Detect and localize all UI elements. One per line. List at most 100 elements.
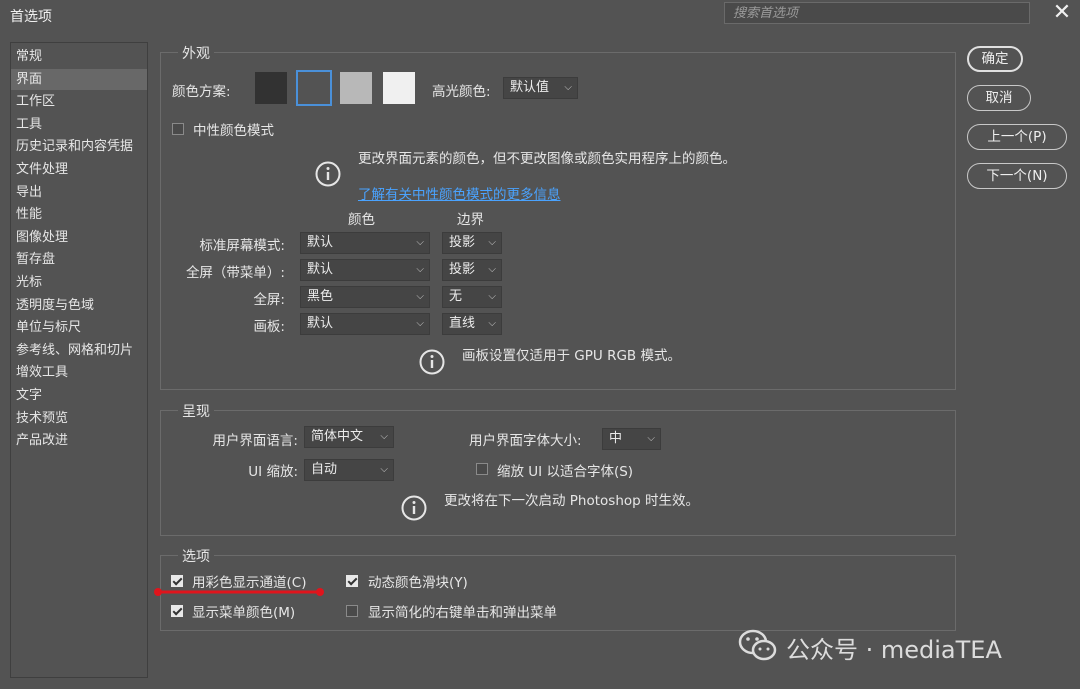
sidebar-item[interactable]: 单位与标尺 bbox=[11, 317, 147, 338]
info-icon bbox=[315, 161, 341, 187]
column-header-color: 颜色 bbox=[348, 212, 375, 228]
chevron-down-icon: ⌵ bbox=[647, 433, 655, 444]
neutral-mode-info-text: 更改界面元素的颜色，但不更改图像或颜色实用程序上的颜色。 bbox=[358, 151, 736, 167]
highlight-color-dropdown[interactable]: 默认值 ⌵ bbox=[503, 77, 578, 99]
neutral-mode-learn-more-link[interactable]: 了解有关中性颜色模式的更多信息 bbox=[358, 183, 561, 203]
sidebar-item[interactable]: 透明度与色域 bbox=[11, 295, 147, 316]
chevron-down-icon: ⌵ bbox=[416, 237, 424, 248]
sidebar-item[interactable]: 产品改进 bbox=[11, 430, 147, 451]
chevron-down-icon: ⌵ bbox=[380, 431, 388, 442]
previous-button[interactable]: 上一个(P) bbox=[967, 124, 1067, 150]
close-icon[interactable]: ✕ bbox=[1050, 2, 1074, 26]
color-scheme-label: 颜色方案: bbox=[172, 84, 231, 100]
show-menu-colors-checkbox[interactable] bbox=[171, 605, 183, 617]
screen-mode-border-dropdown[interactable]: 投影 ⌵ bbox=[442, 259, 502, 281]
screen-mode-color-value: 默认 bbox=[307, 316, 334, 331]
ui-scale-dropdown[interactable]: 自动 ⌵ bbox=[304, 459, 394, 481]
search-input[interactable]: 搜索首选项 bbox=[724, 2, 1030, 24]
highlight-color-label: 高光颜色: bbox=[432, 84, 491, 100]
column-header-border: 边界 bbox=[457, 212, 484, 228]
screen-mode-color-dropdown[interactable]: 默认 ⌵ bbox=[300, 232, 430, 254]
sidebar-item[interactable]: 暂存盘 bbox=[11, 249, 147, 270]
dialog-title: 首选项 bbox=[10, 9, 52, 25]
highlight-color-value: 默认值 bbox=[510, 80, 550, 95]
screen-mode-color-value: 默认 bbox=[307, 262, 334, 277]
neutral-color-mode-checkbox[interactable] bbox=[172, 123, 184, 135]
screen-mode-label: 全屏: bbox=[253, 292, 285, 308]
scale-ui-to-font-label: 缩放 UI 以适合字体(S) bbox=[497, 464, 634, 480]
color-scheme-swatch-darkest[interactable] bbox=[255, 72, 287, 104]
restart-note: 更改将在下一次启动 Photoshop 时生效。 bbox=[444, 493, 700, 509]
screen-mode-border-dropdown[interactable]: 无 ⌵ bbox=[442, 286, 502, 308]
sidebar-item[interactable]: 导出 bbox=[11, 182, 147, 203]
chevron-down-icon: ⌵ bbox=[488, 264, 496, 275]
ui-font-size-dropdown[interactable]: 中 ⌵ bbox=[602, 428, 661, 450]
screen-mode-border-value: 无 bbox=[449, 289, 463, 304]
sidebar-item[interactable]: 光标 bbox=[11, 272, 147, 293]
simplified-context-menus-label: 显示简化的右键单击和弹出菜单 bbox=[368, 605, 557, 621]
sidebar-item[interactable]: 界面 bbox=[11, 68, 147, 90]
dynamic-color-sliders-label: 动态颜色滑块(Y) bbox=[368, 575, 468, 591]
red-underline-annotation bbox=[154, 588, 324, 596]
wechat-icon bbox=[738, 629, 777, 661]
screen-mode-color-dropdown[interactable]: 默认 ⌵ bbox=[300, 313, 430, 335]
screen-mode-label: 画板: bbox=[253, 319, 285, 335]
chevron-down-icon: ⌵ bbox=[416, 318, 424, 329]
presentation-group-title: 呈现 bbox=[178, 401, 214, 421]
sidebar-item[interactable]: 工作区 bbox=[11, 91, 147, 112]
ui-language-dropdown[interactable]: 简体中文 ⌵ bbox=[304, 426, 394, 448]
sidebar-item[interactable]: 性能 bbox=[11, 204, 147, 225]
ui-scale-value: 自动 bbox=[311, 462, 338, 477]
screen-mode-color-value: 默认 bbox=[307, 235, 334, 250]
screen-mode-border-dropdown[interactable]: 直线 ⌵ bbox=[442, 313, 502, 335]
screen-mode-color-dropdown[interactable]: 黑色 ⌵ bbox=[300, 286, 430, 308]
screen-mode-border-value: 投影 bbox=[449, 262, 476, 277]
scale-ui-to-font-checkbox[interactable] bbox=[476, 463, 488, 475]
watermark-text: 公众号 · mediaTEA bbox=[786, 636, 1002, 664]
sidebar-item[interactable]: 文件处理 bbox=[11, 159, 147, 180]
color-scheme-swatch-lightest[interactable] bbox=[383, 72, 415, 104]
info-icon bbox=[401, 495, 427, 521]
sidebar-item[interactable]: 文字 bbox=[11, 385, 147, 406]
chevron-down-icon: ⌵ bbox=[416, 291, 424, 302]
dynamic-color-sliders-checkbox[interactable] bbox=[346, 575, 358, 587]
chevron-down-icon: ⌵ bbox=[416, 264, 424, 275]
screen-mode-label: 标准屏幕模式: bbox=[199, 238, 285, 254]
appearance-group-title: 外观 bbox=[178, 43, 214, 63]
sidebar: 常规 界面 工作区 工具 历史记录和内容凭据 文件处理 导出 性能 图像处理 暂存盘 光标 透明度与色… bbox=[10, 42, 148, 678]
info-icon bbox=[419, 349, 445, 375]
sidebar-item[interactable]: 技术预览 bbox=[11, 408, 147, 429]
chevron-down-icon: ⌵ bbox=[488, 237, 496, 248]
options-group-title: 选项 bbox=[178, 546, 214, 566]
sidebar-item[interactable]: 增效工具 bbox=[11, 362, 147, 383]
sidebar-item[interactable]: 图像处理 bbox=[11, 227, 147, 248]
chevron-down-icon: ⌵ bbox=[488, 318, 496, 329]
cancel-button[interactable]: 取消 bbox=[967, 85, 1031, 111]
simplified-context-menus-checkbox[interactable] bbox=[346, 605, 358, 617]
sidebar-item[interactable]: 常规 bbox=[11, 46, 147, 67]
ui-font-size-label: 用户界面字体大小: bbox=[469, 433, 582, 449]
artboard-note: 画板设置仅适用于 GPU RGB 模式。 bbox=[462, 348, 681, 364]
sidebar-item[interactable]: 历史记录和内容凭据 bbox=[11, 136, 147, 157]
ui-language-label: 用户界面语言: bbox=[212, 433, 298, 449]
screen-mode-color-value: 黑色 bbox=[307, 289, 334, 304]
screen-mode-label: 全屏（带菜单）: bbox=[185, 265, 285, 281]
ui-font-size-value: 中 bbox=[609, 431, 623, 446]
sidebar-item[interactable]: 工具 bbox=[11, 114, 147, 135]
color-scheme-swatch-dark[interactable] bbox=[296, 70, 332, 106]
next-button[interactable]: 下一个(N) bbox=[967, 163, 1067, 189]
neutral-color-mode-label: 中性颜色模式 bbox=[193, 123, 274, 139]
ui-scale-label: UI 缩放: bbox=[248, 464, 298, 480]
sidebar-item[interactable]: 参考线、网格和切片 bbox=[11, 340, 147, 361]
screen-mode-border-value: 投影 bbox=[449, 235, 476, 250]
ok-button[interactable]: 确定 bbox=[967, 46, 1023, 72]
screen-mode-border-dropdown[interactable]: 投影 ⌵ bbox=[442, 232, 502, 254]
show-menu-colors-label: 显示菜单颜色(M) bbox=[192, 605, 296, 621]
screen-mode-color-dropdown[interactable]: 默认 ⌵ bbox=[300, 259, 430, 281]
chevron-down-icon: ⌵ bbox=[488, 291, 496, 302]
chevron-down-icon: ⌵ bbox=[564, 82, 572, 93]
color-scheme-swatch-light[interactable] bbox=[340, 72, 372, 104]
ui-language-value: 简体中文 bbox=[311, 429, 364, 444]
chevron-down-icon: ⌵ bbox=[380, 464, 388, 475]
screen-mode-border-value: 直线 bbox=[449, 316, 476, 331]
